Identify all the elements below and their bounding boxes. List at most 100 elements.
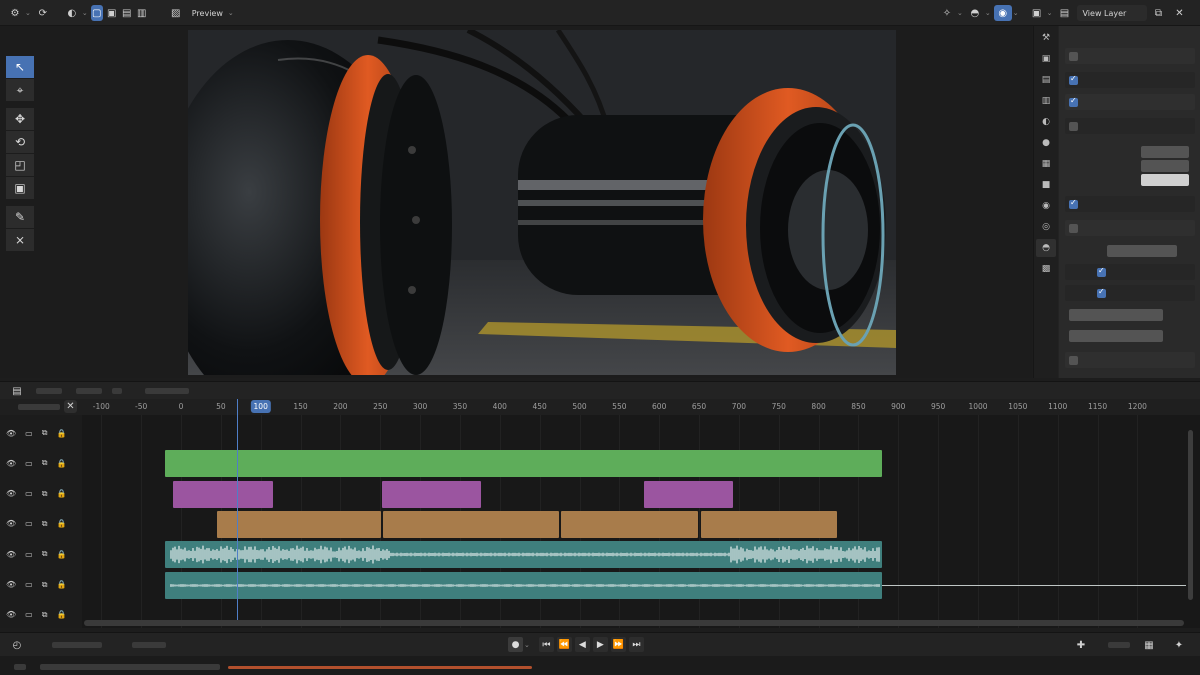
jump-keyframe-forward-icon[interactable]: ⏩ [610,637,626,652]
image-strip[interactable] [383,510,559,538]
sequencer-editor-icon[interactable]: ▤ [8,383,26,399]
select-box-icon[interactable]: ▢ [90,5,103,21]
refresh-icon[interactable]: ⟳ [34,5,52,21]
property-row[interactable] [1065,118,1195,134]
copy-icon[interactable]: ⧉ [42,428,48,438]
property-row[interactable] [1065,94,1195,110]
render-properties-icon[interactable]: ▣ [1036,50,1056,68]
view-layer-field[interactable]: View Layer [1076,5,1147,21]
property-field[interactable] [1141,146,1189,158]
move-tool-icon[interactable]: ✥ [6,108,34,130]
copy-icon[interactable]: ⧉ [42,610,48,620]
property-checkbox[interactable] [1097,287,1106,298]
meta-strip[interactable] [381,480,481,508]
playhead[interactable] [237,399,238,620]
search-input[interactable] [18,404,60,410]
scene-properties-icon[interactable]: ◐ [1036,113,1056,131]
physics-properties-icon[interactable]: ◎ [1036,218,1056,236]
overlay-toggle-icon[interactable]: ◓ [966,5,984,21]
view-mode-dropdown[interactable]: Preview [188,9,227,18]
property-field[interactable] [1107,245,1177,257]
property-checkbox[interactable] [1069,198,1078,209]
copy-icon[interactable]: ⧉ [42,489,48,499]
property-checkbox[interactable] [1069,74,1078,85]
strip-menu[interactable] [145,388,189,394]
view-layer-copy-icon[interactable]: ⧉ [1150,5,1168,21]
sequencer-strips-area[interactable] [0,415,1200,628]
eye-icon[interactable]: 👁 [6,489,16,498]
display-mode-icon[interactable]: ◉ [993,5,1012,21]
overlay-icon[interactable]: ◐ [63,5,81,21]
eye-icon[interactable]: 👁 [6,459,16,468]
copy-icon[interactable]: ⧉ [42,580,48,590]
timeline-ruler[interactable]: ✕ -100 -50 0 50 100 150 200 250 300 350 400 450 500 5… [0,399,1200,415]
play-icon[interactable]: ▶ [592,637,608,652]
select-tool-icon[interactable]: ↖ [6,56,34,78]
property-field[interactable] [1069,330,1163,342]
cursor-tool-icon[interactable]: ⌖ [6,79,34,101]
editor-type-icon[interactable]: ⚙ [6,5,24,21]
lock-icon[interactable]: 🔒 [56,429,66,438]
scene-strip[interactable] [165,450,883,478]
collection-properties-icon[interactable]: ▦ [1036,155,1056,173]
sound-strip[interactable] [165,541,883,569]
frame-field[interactable] [1108,642,1130,648]
meta-strip[interactable] [644,480,734,508]
property-row[interactable] [1065,196,1195,212]
gizmo-icon[interactable]: ✧ [938,5,956,21]
keying-menu[interactable] [132,642,166,648]
jump-start-icon[interactable]: ⏮ [538,637,554,652]
image-strip[interactable] [700,510,837,538]
proportional-icon[interactable]: ✦ [1170,637,1188,653]
data-properties-icon[interactable]: ◓ [1036,239,1056,257]
close-icon[interactable]: ✕ [1171,5,1189,21]
property-row[interactable] [1065,220,1195,236]
world-properties-icon[interactable]: ● [1036,134,1056,152]
tool-properties-icon[interactable]: ⚒ [1036,29,1056,47]
eye-icon[interactable]: 👁 [6,610,16,619]
sound-strip[interactable] [165,571,883,599]
eye-icon[interactable]: 👁 [6,550,16,559]
snap-icon[interactable]: ▦ [1140,637,1158,653]
select-menu[interactable] [76,388,102,394]
jump-keyframe-back-icon[interactable]: ⏪ [556,637,572,652]
scene-icon[interactable]: ▣ [1028,5,1046,21]
add-icon[interactable]: ✚ [1072,637,1090,653]
object-properties-icon[interactable]: ■ [1036,176,1056,194]
texture-properties-icon[interactable]: ▩ [1036,260,1056,278]
view-menu[interactable] [36,388,62,394]
copy-icon[interactable]: ⧉ [42,549,48,559]
property-row[interactable] [1065,352,1195,368]
select-subtract-icon[interactable]: ▤ [121,5,133,21]
property-row[interactable] [1065,264,1195,280]
monitor-icon[interactable]: ▭ [25,429,33,438]
lock-icon[interactable]: 🔒 [56,610,66,619]
filter-icon[interactable]: ✕ [64,400,77,413]
property-row[interactable] [1065,72,1195,88]
copy-icon[interactable]: ⧉ [42,519,48,529]
view-layer-properties-icon[interactable]: ▥ [1036,92,1056,110]
annotate-tool-icon[interactable]: ✎ [6,206,34,228]
property-row[interactable] [1065,285,1195,301]
monitor-icon[interactable]: ▭ [25,519,33,528]
transform-tool-icon[interactable]: ▣ [6,177,34,199]
eye-icon[interactable]: 👁 [6,429,16,438]
jump-end-icon[interactable]: ⏭ [628,637,644,652]
monitor-icon[interactable]: ▭ [25,580,33,589]
eye-icon[interactable]: 👁 [6,519,16,528]
eye-icon[interactable]: 👁 [6,580,16,589]
monitor-icon[interactable]: ▭ [25,459,33,468]
preview-viewport[interactable]: ↖ ⌖ ✥ ⟲ ◰ ▣ ✎ ⨯ [0,26,1032,378]
output-properties-icon[interactable]: ▤ [1036,71,1056,89]
image-strip[interactable] [216,510,382,538]
property-checkbox[interactable] [1097,266,1106,277]
property-checkbox[interactable] [1069,356,1078,365]
horizontal-scrollbar[interactable] [84,620,1184,626]
rotate-tool-icon[interactable]: ⟲ [6,131,34,153]
record-icon[interactable]: ● [508,637,523,652]
property-checkbox[interactable] [1069,122,1078,131]
lock-icon[interactable]: 🔒 [56,489,66,498]
copy-icon[interactable]: ⧉ [42,458,48,468]
timeline-editor-icon[interactable]: ◴ [8,637,26,653]
lock-icon[interactable]: 🔒 [56,580,66,589]
